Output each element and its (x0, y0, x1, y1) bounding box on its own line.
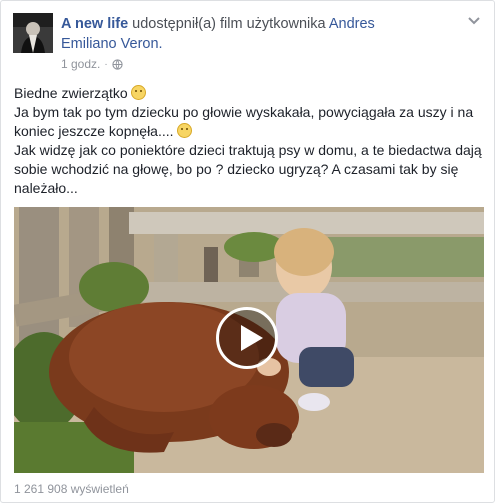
post-card: A new life udostępnił(a) film użytkownik… (0, 0, 495, 503)
message-line: Biedne zwierzątko (14, 84, 484, 103)
post-header: A new life udostępnił(a) film użytkownik… (13, 13, 482, 73)
profile-avatar[interactable] (13, 13, 53, 53)
post-headline: A new life udostępnił(a) film użytkownik… (61, 14, 401, 54)
message-line: Ja bym tak po tym dziecku po głowie wysk… (14, 104, 474, 139)
chevron-down-icon[interactable] (466, 15, 482, 27)
share-action-text: udostępnił(a) film użytkownika (132, 16, 326, 32)
avatar-image (13, 13, 53, 53)
frown-emoji-icon (176, 123, 192, 138)
play-icon[interactable] (216, 307, 278, 369)
timestamp[interactable]: 1 godz. (61, 57, 100, 71)
view-count: 1 261 908 wyświetleń (14, 482, 129, 496)
post-message: Biedne zwierzątko Ja bym tak po tym dzie… (14, 84, 484, 198)
globe-icon[interactable] (112, 58, 123, 70)
post-meta: 1 godz. · (61, 57, 123, 71)
message-line: Jak widzę jak co poniektóre dzieci trakt… (14, 142, 482, 196)
video-player[interactable] (14, 207, 484, 473)
frown-emoji-icon (130, 85, 146, 100)
meta-separator: · (104, 58, 108, 70)
author-link[interactable]: A new life (61, 16, 128, 32)
